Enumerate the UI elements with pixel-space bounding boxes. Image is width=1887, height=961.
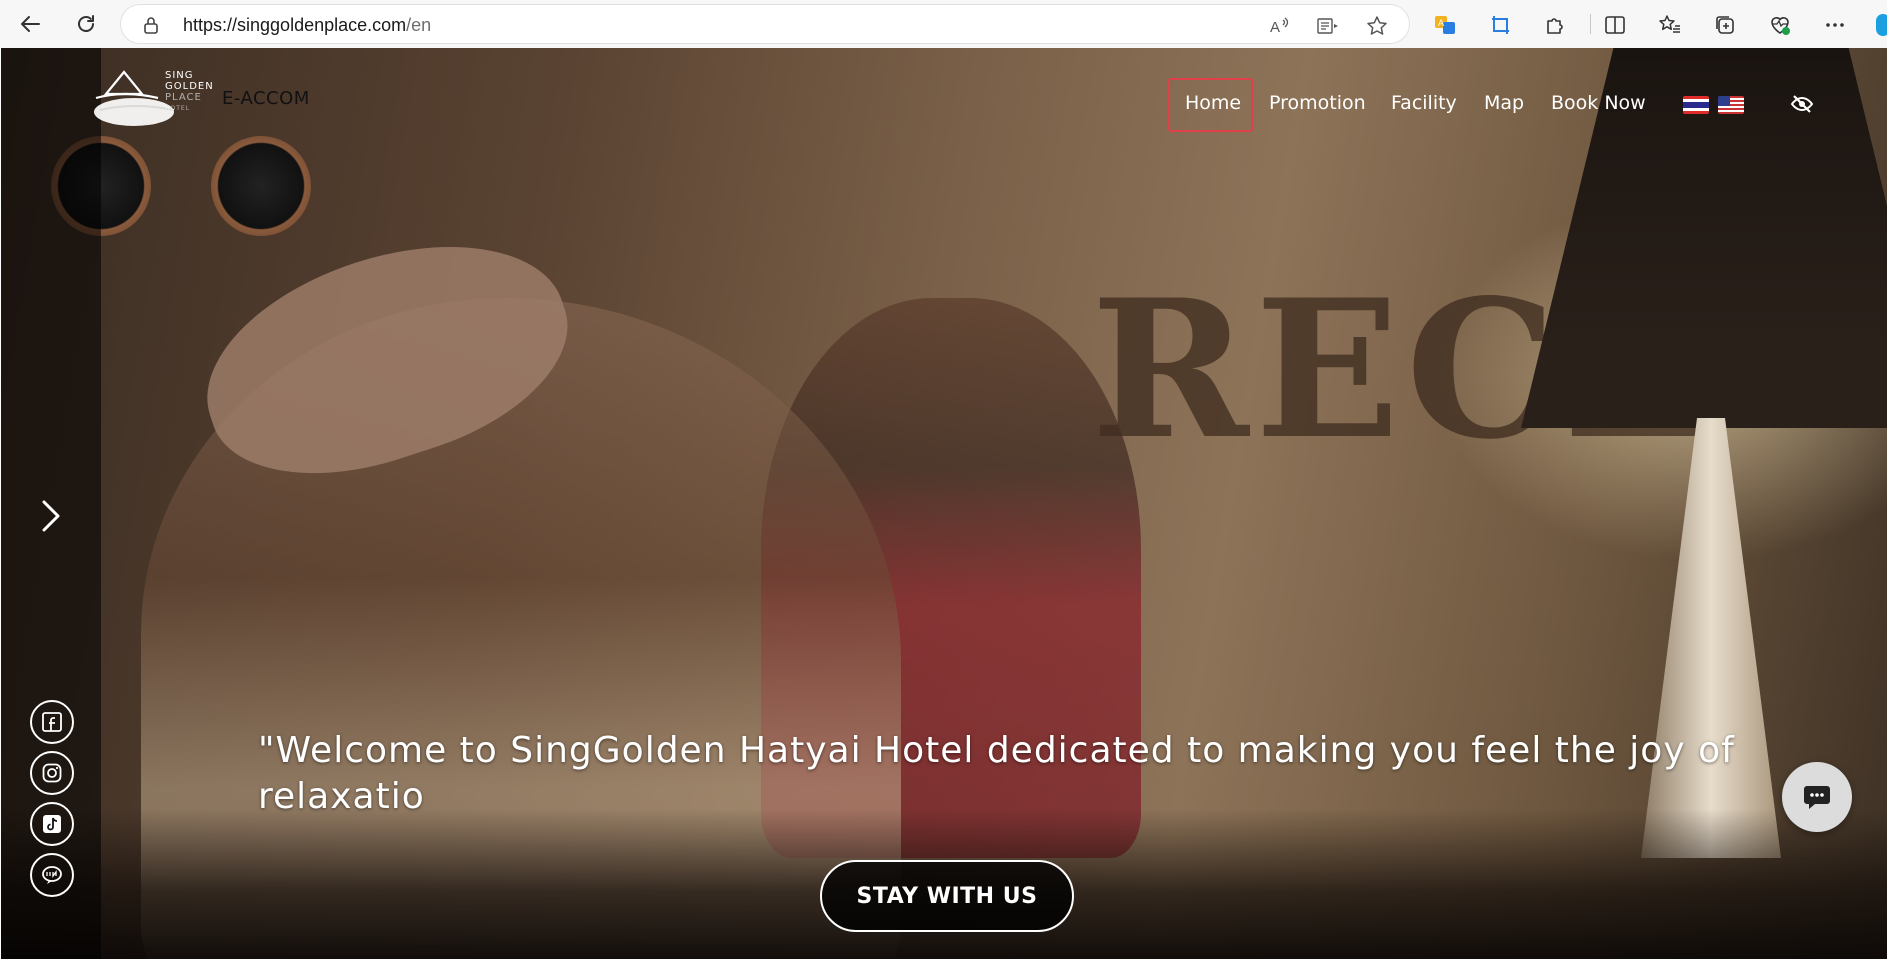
instagram-icon	[42, 763, 62, 783]
heart-pulse-icon	[1771, 17, 1790, 35]
address-bar[interactable]: https://singgoldenplace.com/en A	[120, 4, 1410, 44]
us-flag-icon[interactable]	[1718, 96, 1744, 114]
instagram-button[interactable]	[30, 751, 74, 795]
more-button[interactable]	[1822, 12, 1848, 38]
tiktok-button[interactable]	[30, 802, 74, 846]
immersive-reader-icon	[1317, 18, 1338, 34]
back-arrow-icon	[21, 16, 40, 32]
logo-line: HOTEL	[165, 105, 191, 112]
eye-off-icon[interactable]	[1790, 92, 1814, 116]
lock-icon[interactable]	[143, 16, 159, 34]
browser-toolbar: https://singgoldenplace.com/en A A	[0, 0, 1887, 48]
back-button[interactable]	[14, 8, 46, 40]
chat-button[interactable]	[1782, 762, 1852, 832]
favorite-button[interactable]	[1366, 15, 1388, 37]
tiktok-icon	[43, 815, 61, 833]
logo-line: SING	[165, 70, 194, 81]
line-button[interactable]	[30, 853, 74, 897]
url-host: https://singgoldenplace.com	[183, 15, 407, 35]
immersive-reader-button[interactable]	[1317, 15, 1339, 37]
collections-button[interactable]	[1712, 12, 1738, 38]
star-icon	[1367, 16, 1387, 35]
facebook-button[interactable]	[30, 700, 74, 744]
nav-facility[interactable]: Facility	[1391, 92, 1457, 114]
screen-capture-icon	[1492, 16, 1509, 34]
nav-promotion[interactable]: Promotion	[1269, 92, 1366, 114]
hero-headline: "Welcome to SingGolden Hatyai Hotel dedi…	[258, 730, 1735, 817]
favorites-button[interactable]	[1657, 12, 1683, 38]
wall-clock-right	[211, 136, 311, 236]
logo-line: GOLDEN	[165, 81, 214, 92]
nav-home[interactable]: Home	[1185, 92, 1241, 114]
collections-icon	[1716, 16, 1734, 34]
extensions-button[interactable]	[1542, 12, 1568, 38]
svg-text:A: A	[1270, 19, 1280, 36]
reload-icon	[78, 15, 94, 32]
logo-line: PLACE	[165, 92, 202, 103]
thai-flag-icon[interactable]	[1683, 96, 1709, 114]
chat-bubble-icon	[1804, 786, 1830, 809]
reload-button[interactable]	[70, 8, 102, 40]
hero-section: RECE	[1, 48, 1887, 959]
translate-icon: A	[1435, 16, 1455, 34]
favorites-icon	[1659, 15, 1680, 33]
nav-map[interactable]: Map	[1484, 92, 1524, 114]
svg-text:A: A	[1438, 18, 1444, 28]
screen-capture-button[interactable]	[1488, 12, 1514, 38]
line-icon	[42, 866, 62, 884]
more-icon	[1826, 23, 1844, 27]
read-aloud-button[interactable]: A	[1269, 15, 1291, 37]
split-screen-icon	[1605, 16, 1625, 34]
puzzle-icon	[1547, 18, 1563, 34]
facebook-icon	[42, 712, 62, 732]
brand-name[interactable]: E-ACCOM	[222, 88, 310, 109]
address-url[interactable]: https://singgoldenplace.com/en	[183, 15, 431, 36]
translate-button[interactable]: A	[1432, 12, 1458, 38]
edge-copilot-icon[interactable]	[1876, 14, 1887, 36]
read-aloud-icon: A	[1270, 17, 1289, 36]
chevron-right-icon[interactable]	[36, 498, 66, 534]
nav-book-now[interactable]: Book Now	[1551, 92, 1646, 114]
stay-with-us-button[interactable]: STAY WITH US	[820, 860, 1074, 932]
split-screen-button[interactable]	[1602, 12, 1628, 38]
browser-essentials-button[interactable]	[1767, 12, 1793, 38]
toolbar-divider	[1590, 14, 1591, 34]
url-path: /en	[406, 15, 432, 35]
logo-wordmark: SING GOLDEN PLACE HOTEL	[165, 70, 214, 114]
